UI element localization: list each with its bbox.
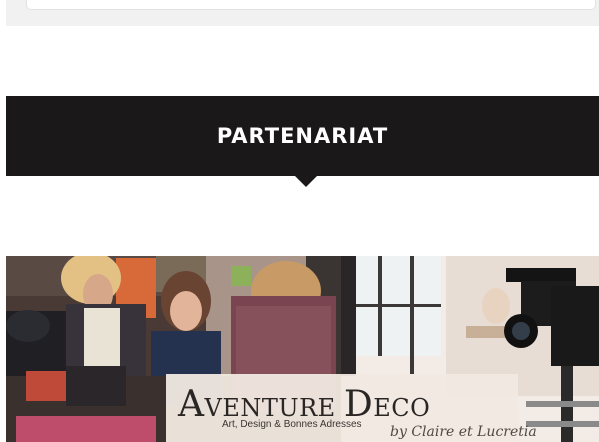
partner-logo-signature: by Claire et Lucretia (390, 424, 537, 440)
section-banner: PARTENARIAT (6, 96, 599, 176)
section-title: PARTENARIAT (216, 124, 389, 148)
partner-image[interactable]: AVENTURE DECO Art, Design & Bonnes Adres… (6, 256, 599, 442)
previous-section-card (6, 0, 599, 26)
partner-logo-subtitle: Art, Design & Bonnes Adresses (222, 419, 362, 430)
previous-section-panel (26, 0, 596, 10)
partner-logo: AVENTURE DECO Art, Design & Bonnes Adres… (166, 374, 537, 442)
banner-pointer-icon (295, 176, 317, 187)
